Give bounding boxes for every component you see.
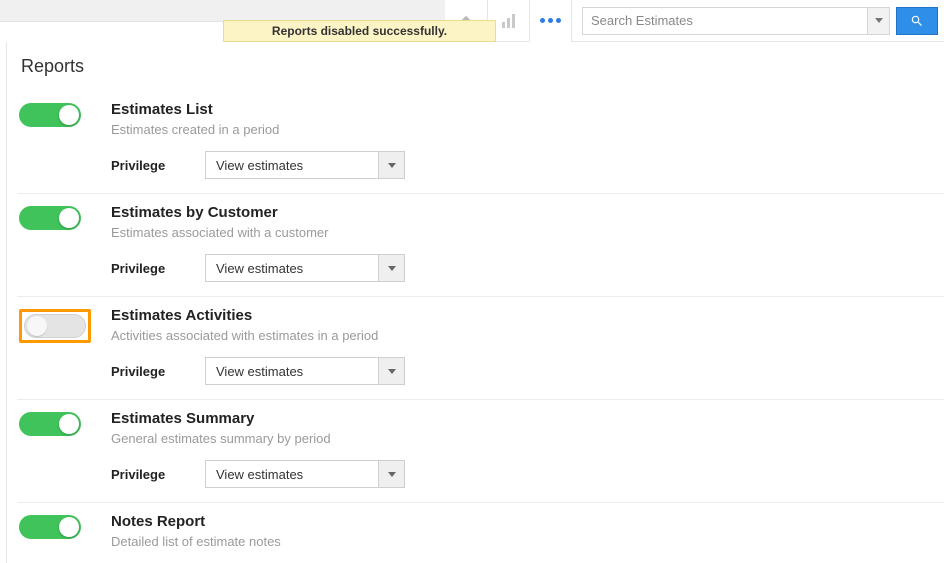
toggle-cell [17,101,111,127]
triangle-down-icon [388,163,396,168]
privilege-arrow [378,461,404,487]
search-scope-dropdown[interactable] [867,8,889,34]
chevron-down-icon [875,18,883,23]
report-toggle[interactable] [19,515,81,539]
report-title: Estimates List [111,101,944,118]
section-title: Reports [21,56,944,77]
privilege-value: View estimates [206,358,378,384]
bar-chart-icon [502,14,515,28]
search-input[interactable] [583,8,867,34]
triangle-down-icon [388,472,396,477]
report-title: Notes Report [111,513,944,530]
report-toggle[interactable] [19,206,81,230]
privilege-label: Privilege [111,261,205,276]
top-toolbar: ◢◣ [445,0,944,42]
report-title: Estimates by Customer [111,204,944,221]
report-row: Estimates Activities Activities associate… [17,297,944,400]
notification-banner: Reports disabled successfully. [223,20,496,42]
privilege-label: Privilege [111,158,205,173]
privilege-label: Privilege [111,364,205,379]
report-toggle[interactable] [19,103,81,127]
triangle-down-icon [388,266,396,271]
toggle-cell [17,307,111,346]
more-dots-icon [540,18,561,23]
privilege-select[interactable]: View estimates [205,254,405,282]
report-row: Notes Report Detailed list of estimate no… [17,503,944,563]
toggle-highlight [19,309,91,343]
privilege-arrow [378,152,404,178]
report-row: Estimates by Customer Estimates associate… [17,194,944,297]
toggle-knob [59,414,79,434]
privilege-select[interactable]: View estimates [205,460,405,488]
search-bar [572,0,944,42]
report-title: Estimates Summary [111,410,944,427]
report-description: General estimates summary by period [111,431,944,446]
privilege-select[interactable]: View estimates [205,151,405,179]
toggle-cell [17,410,111,436]
report-title: Estimates Activities [111,307,944,324]
reports-list: Estimates List Estimates created in a per… [17,91,944,563]
report-description: Estimates associated with a customer [111,225,944,240]
toggle-knob [59,517,79,537]
report-description: Detailed list of estimate notes [111,534,944,549]
privilege-row: PrivilegeView estimates [111,254,944,282]
privilege-row: PrivilegeView estimates [111,357,944,385]
privilege-value: View estimates [206,152,378,178]
privilege-value: View estimates [206,461,378,487]
toggle-knob [27,316,47,336]
search-input-group [582,7,890,35]
privilege-row: PrivilegeView estimates [111,151,944,179]
privilege-row: PrivilegeView estimates [111,460,944,488]
report-body: Estimates by Customer Estimates associate… [111,204,944,282]
more-menu-button[interactable] [529,0,571,42]
report-body: Estimates List Estimates created in a per… [111,101,944,179]
report-description: Activities associated with estimates in … [111,328,944,343]
report-body: Notes Report Detailed list of estimate no… [111,513,944,563]
report-toggle[interactable] [24,314,86,338]
report-body: Estimates Activities Activities associate… [111,307,944,385]
report-toggle[interactable] [19,412,81,436]
privilege-arrow [378,255,404,281]
search-button[interactable] [896,7,938,35]
privilege-select[interactable]: View estimates [205,357,405,385]
report-description: Estimates created in a period [111,122,944,137]
report-row: Estimates List Estimates created in a per… [17,91,944,194]
privilege-value: View estimates [206,255,378,281]
toggle-knob [59,105,79,125]
privilege-arrow [378,358,404,384]
toggle-knob [59,208,79,228]
report-body: Estimates Summary General estimates summa… [111,410,944,488]
search-icon [910,14,924,28]
triangle-down-icon [388,369,396,374]
privilege-label: Privilege [111,467,205,482]
reports-panel: Reports Estimates List Estimates created … [6,42,944,563]
toggle-cell [17,513,111,539]
toggle-cell [17,204,111,230]
report-row: Estimates Summary General estimates summa… [17,400,944,503]
